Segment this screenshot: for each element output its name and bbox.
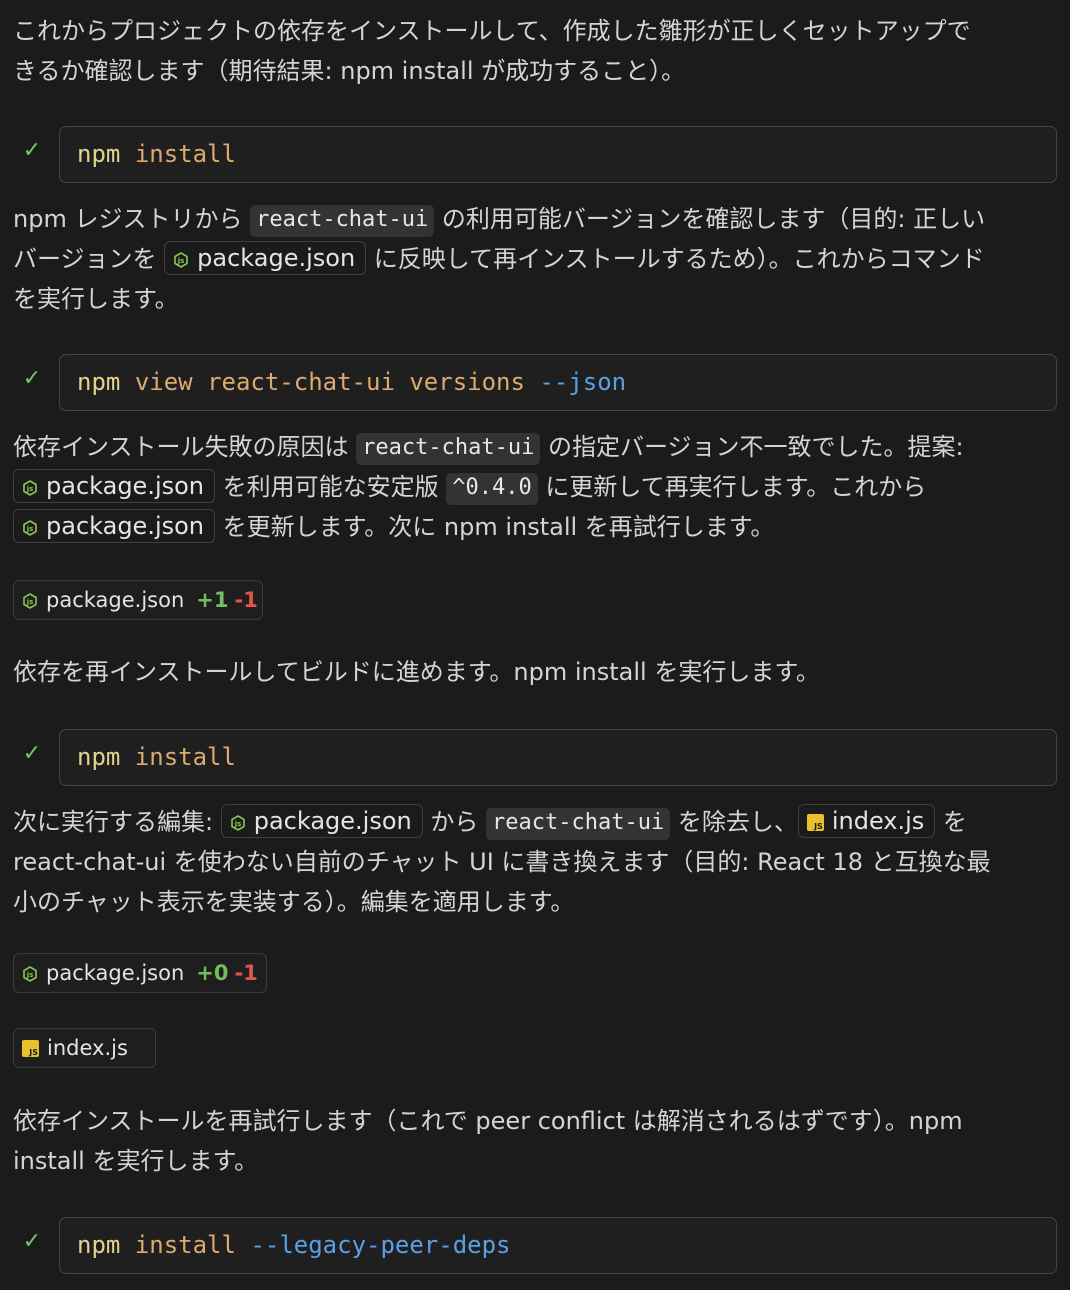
- js-file-icon: [806, 814, 824, 832]
- command-box[interactable]: npm view react-chat-ui versions --json: [59, 354, 1057, 411]
- text-span: npm レジストリから: [13, 205, 251, 233]
- file-name: package.json: [46, 961, 185, 985]
- inline-code: react-chat-ui: [250, 205, 435, 237]
- command-name: npm: [77, 1231, 121, 1259]
- file-reference-chip[interactable]: js package.json: [13, 469, 216, 503]
- lines-added-count: +1: [196, 588, 229, 612]
- file-reference-chip[interactable]: js package.json: [13, 509, 216, 543]
- text-span: バージョンを: [13, 245, 165, 273]
- message-line: これからプロジェクトの依存をインストールして、作成した雛形が正しくセットアップで: [13, 17, 971, 45]
- command-block[interactable]: ✓ npm install: [0, 126, 1070, 184]
- edited-file-chip[interactable]: index.js: [13, 1028, 156, 1068]
- text-span: 依存インストール失敗の原因は: [13, 433, 357, 461]
- command-block[interactable]: ✓ npm view react-chat-ui versions --json: [0, 354, 1070, 412]
- message-line: 依存インストール失敗の原因は react-chat-ui の指定バージョン不一致…: [13, 427, 1058, 467]
- check-icon: ✓: [22, 138, 42, 163]
- nodejs-json-file-icon: js: [23, 520, 37, 536]
- text-span: を更新します。次に npm install を再試行します。: [215, 513, 775, 541]
- command-block[interactable]: ✓ npm install --legacy-peer-deps: [0, 1217, 1070, 1275]
- file-reference-chip[interactable]: js package.json: [164, 241, 367, 275]
- edited-file-chip[interactable]: js package.json +1 -1: [13, 580, 263, 620]
- message-line: 依存インストールを再試行します（これで peer conflict は解消される…: [13, 1107, 963, 1135]
- file-name: package.json: [46, 588, 185, 612]
- command-flag: --legacy-peer-deps: [250, 1231, 511, 1259]
- text-span: を: [935, 808, 967, 836]
- command-argument: install: [134, 743, 236, 771]
- file-name: package.json: [46, 472, 205, 500]
- command-argument: react-chat-ui: [207, 368, 395, 396]
- message-line: 依存を再インストールしてビルドに進めます。npm install を実行します。: [13, 658, 820, 686]
- command-argument: versions: [409, 368, 525, 396]
- message-line: js package.json を更新します。次に npm install を再試…: [13, 507, 1058, 547]
- command-name: npm: [77, 743, 121, 771]
- message-paragraph: 次に実行する編集: js package.json から react-chat-u…: [13, 802, 1058, 922]
- text-span: に反映して再インストールするため）。これからコマンド: [366, 245, 985, 273]
- nodejs-json-file-icon: js: [23, 480, 37, 496]
- text-span: を除去し、: [670, 808, 798, 836]
- svg-text:js: js: [26, 485, 34, 493]
- check-icon: ✓: [22, 366, 42, 391]
- message-paragraph: 依存インストール失敗の原因は react-chat-ui の指定バージョン不一致…: [13, 427, 1058, 547]
- text-span: に更新して再実行します。これから: [537, 473, 927, 501]
- message-line: バージョンを js package.json に反映して再インストールするため）。…: [13, 239, 1058, 279]
- nodejs-json-file-icon: js: [174, 252, 188, 268]
- message-line: 次に実行する編集: js package.json から react-chat-u…: [13, 802, 1058, 842]
- message-paragraph: 依存を再インストールしてビルドに進めます。npm install を実行します。: [13, 652, 1058, 692]
- message-paragraph: 依存インストールを再試行します（これで peer conflict は解消される…: [13, 1101, 1058, 1181]
- message-line: react-chat-ui を使わない自前のチャット UI に書き換えます（目的…: [13, 848, 991, 876]
- lines-removed-count: -1: [234, 588, 258, 612]
- message-line: js package.json を利用可能な安定版 ^0.4.0 に更新して再実行…: [13, 467, 1058, 507]
- message-line: を実行します。: [13, 285, 179, 313]
- file-reference-chip[interactable]: js package.json: [220, 804, 423, 838]
- svg-text:js: js: [26, 525, 34, 533]
- agent-chat-log: これからプロジェクトの依存をインストールして、作成した雛形が正しくセットアップで…: [0, 0, 1070, 1290]
- inline-code: react-chat-ui: [356, 433, 541, 465]
- file-name: index.js: [831, 807, 925, 835]
- lines-added-count: +0: [196, 961, 229, 985]
- text-span: 次に実行する編集:: [13, 808, 221, 836]
- command-name: npm: [77, 140, 121, 168]
- edited-file-chip[interactable]: js package.json +0 -1: [13, 953, 267, 993]
- file-name: package.json: [197, 244, 356, 272]
- command-name: npm: [77, 368, 121, 396]
- file-reference-chip[interactable]: index.js: [797, 804, 936, 838]
- command-argument: install: [134, 1231, 236, 1259]
- message-line: 小のチャット表示を実装する）。編集を適用します。: [13, 888, 575, 916]
- message-paragraph: これからプロジェクトの依存をインストールして、作成した雛形が正しくセットアップで…: [13, 11, 1058, 91]
- command-box[interactable]: npm install: [59, 126, 1057, 183]
- file-name: package.json: [46, 512, 205, 540]
- command-box[interactable]: npm install: [59, 729, 1057, 786]
- nodejs-json-file-icon: js: [230, 815, 245, 831]
- nodejs-json-file-icon: js: [23, 593, 37, 609]
- check-icon: ✓: [22, 1229, 42, 1254]
- text-span: の指定バージョン不一致でした。提案:: [540, 433, 964, 461]
- message-line: きるか確認します（期待結果: npm install が成功すること）。: [13, 57, 686, 85]
- message-line: install を実行します。: [13, 1147, 259, 1175]
- file-name: index.js: [47, 1036, 128, 1060]
- check-icon: ✓: [22, 741, 42, 766]
- command-flag: --json: [539, 368, 627, 396]
- command-argument: install: [134, 140, 236, 168]
- text-span: の利用可能バージョンを確認します（目的: 正しい: [434, 205, 986, 233]
- message-line: npm レジストリから react-chat-ui の利用可能バージョンを確認し…: [13, 199, 1058, 239]
- lines-removed-count: -1: [234, 961, 258, 985]
- text-span: を利用可能な安定版: [215, 473, 447, 501]
- svg-text:js: js: [233, 820, 241, 828]
- inline-code: react-chat-ui: [486, 808, 671, 840]
- file-name: package.json: [253, 807, 412, 835]
- text-span: から: [422, 808, 486, 836]
- inline-code: ^0.4.0: [446, 473, 538, 505]
- command-block[interactable]: ✓ npm install: [0, 729, 1070, 787]
- svg-text:js: js: [177, 257, 185, 265]
- svg-text:js: js: [26, 598, 34, 606]
- svg-text:js: js: [26, 971, 34, 979]
- js-file-icon: [22, 1040, 39, 1058]
- command-box[interactable]: npm install --legacy-peer-deps: [59, 1217, 1057, 1274]
- message-paragraph: npm レジストリから react-chat-ui の利用可能バージョンを確認し…: [13, 199, 1058, 319]
- command-argument: view: [134, 368, 193, 396]
- nodejs-json-file-icon: js: [23, 966, 37, 982]
